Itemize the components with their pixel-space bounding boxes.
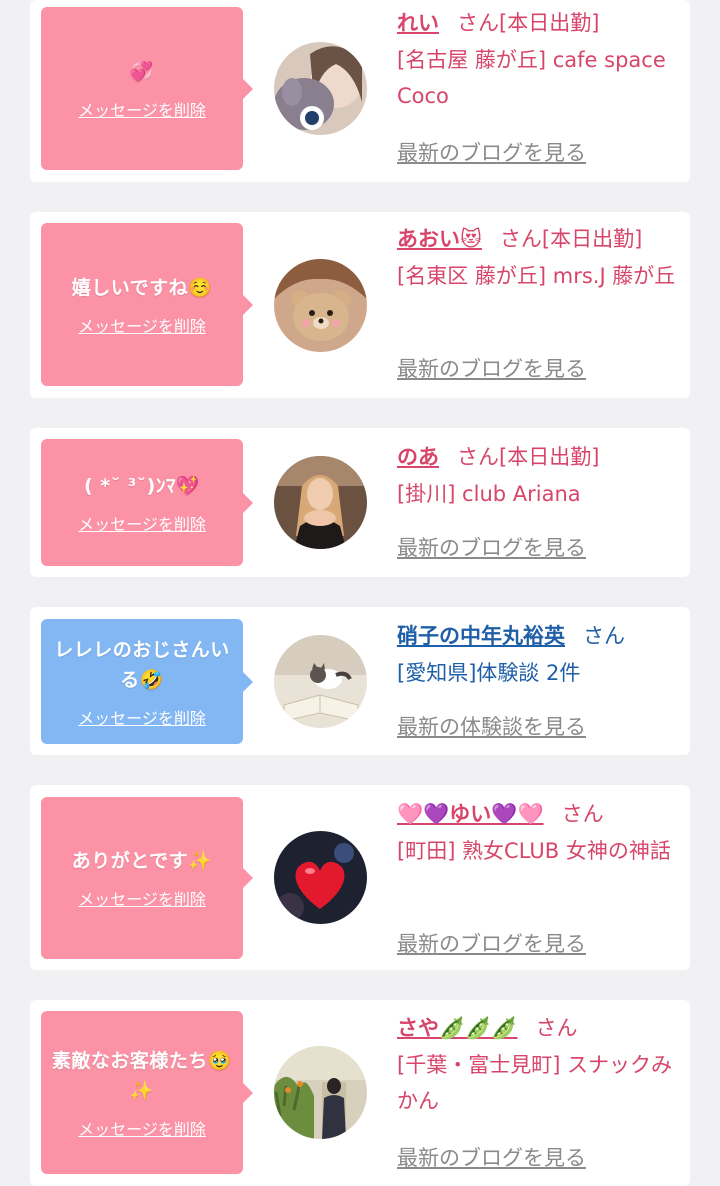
shop-name: [名古屋 藤が丘] cafe space Coco (397, 48, 666, 108)
sender-name-link[interactable]: のあ (397, 445, 439, 469)
latest-blog-link[interactable]: 最新のブログを見る (397, 353, 586, 383)
message-text: レレレのおじさんいる🤣 (54, 638, 230, 691)
message-text: ありがとです✨ (71, 850, 213, 872)
cat-on-book-icon (274, 635, 367, 728)
sender-info: のあ さん[本日出勤] [掛川] club Ariana 最新のブログを見る (397, 440, 687, 570)
heart-sticker-icon (274, 831, 367, 924)
message-bubble: 嬉しいですね☺️ メッセージを削除 (41, 223, 253, 386)
latest-blog-link[interactable]: 最新のブログを見る (397, 137, 586, 167)
sender-suffix: さん[本日出勤] (457, 445, 600, 469)
delete-message-link[interactable]: メッセージを削除 (78, 705, 206, 729)
sender-suffix: さん[本日出勤] (499, 227, 643, 251)
sender-name-link[interactable]: 🩷💜ゆい💜🩷 (397, 802, 544, 826)
latest-review-link[interactable]: 最新の体験談を見る (397, 711, 586, 741)
sender-suffix: さん (583, 624, 625, 648)
shop-name: [町田] 熟女CLUB 女神の神話 (397, 839, 671, 863)
message-card: 嬉しいですね☺️ メッセージを削除 あおい😻 さん[本日出勤] [名東区 藤が丘… (30, 212, 690, 398)
avatar[interactable] (274, 1046, 367, 1139)
delete-message-link[interactable]: メッセージを削除 (78, 886, 206, 910)
girl-with-plush-icon (274, 42, 367, 135)
avatar[interactable] (274, 259, 367, 352)
sender-info: 硝子の中年丸裕英 さん [愛知県]体験談 2件 最新の体験談を見る (397, 619, 687, 749)
message-text: 💞 (129, 60, 155, 83)
sender-suffix: さん (561, 802, 604, 826)
sender-suffix: さん (535, 1016, 578, 1040)
sender-name-link[interactable]: 硝子の中年丸裕英 (397, 624, 565, 648)
delete-message-link[interactable]: メッセージを削除 (78, 313, 206, 337)
message-bubble: 💞 メッセージを削除 (41, 7, 253, 170)
message-card: 素敵なお客様たち🥹✨ メッセージを削除 さや🫛🫛🫛 さん [千葉・富士見町] スナ… (30, 1000, 690, 1186)
message-bubble: ( *˘ ³˘)ﾝﾏ💖 メッセージを削除 (41, 439, 253, 566)
message-card: ( *˘ ³˘)ﾝﾏ💖 メッセージを削除 のあ さん[本日出勤] [掛川] clu… (30, 428, 690, 577)
shop-name: [掛川] club Ariana (397, 482, 581, 506)
woman-portrait-icon (274, 456, 367, 549)
sender-name-link[interactable]: さや🫛🫛🫛 (397, 1016, 517, 1040)
delete-message-link[interactable]: メッセージを削除 (78, 97, 206, 121)
delete-message-link[interactable]: メッセージを削除 (78, 1116, 206, 1140)
bear-sticker-icon (274, 259, 367, 352)
avatar[interactable] (274, 42, 367, 135)
message-text: ( *˘ ³˘)ﾝﾏ💖 (83, 474, 200, 497)
shop-name: [千葉・富士見町] スナックみかん (397, 1053, 673, 1113)
message-bubble: 素敵なお客様たち🥹✨ メッセージを削除 (41, 1011, 253, 1174)
message-bubble: ありがとです✨ メッセージを削除 (41, 797, 253, 959)
latest-blog-link[interactable]: 最新のブログを見る (397, 532, 586, 562)
latest-blog-link[interactable]: 最新のブログを見る (397, 928, 586, 958)
message-bubble: レレレのおじさんいる🤣 メッセージを削除 (41, 619, 253, 744)
message-card: ありがとです✨ メッセージを削除 🩷💜ゆい💜🩷 さん [町田] 熟女CLUB 女神… (30, 785, 690, 970)
sender-suffix: さん[本日出勤] (457, 11, 600, 35)
delete-message-link[interactable]: メッセージを削除 (78, 511, 206, 535)
message-card: 💞 メッセージを削除 れい さん[本日出勤] [名古屋 藤が丘] cafe spa… (30, 0, 690, 182)
message-card: レレレのおじさんいる🤣 メッセージを削除 硝子の中年丸裕英 さん [愛知県]体験談… (30, 607, 690, 755)
sender-info: 🩷💜ゆい💜🩷 さん [町田] 熟女CLUB 女神の神話 最新のブログを見る (397, 797, 687, 965)
avatar[interactable] (274, 635, 367, 728)
garden-woman-icon (274, 1046, 367, 1139)
message-text: 素敵なお客様たち🥹✨ (51, 1049, 233, 1102)
shop-name: [名東区 藤が丘] mrs.J 藤が丘 (397, 264, 676, 288)
shop-name: [愛知県]体験談 2件 (397, 661, 581, 685)
sender-name-link[interactable]: あおい😻 (397, 227, 482, 251)
sender-name-link[interactable]: れい (397, 11, 439, 35)
avatar[interactable] (274, 456, 367, 549)
message-text: 嬉しいですね☺️ (71, 276, 213, 299)
avatar[interactable] (274, 831, 367, 924)
sender-info: れい さん[本日出勤] [名古屋 藤が丘] cafe space Coco 最新の… (397, 6, 687, 176)
latest-blog-link[interactable]: 最新のブログを見る (397, 1142, 586, 1172)
sender-info: さや🫛🫛🫛 さん [千葉・富士見町] スナックみかん 最新のブログを見る (397, 1011, 687, 1181)
sender-info: あおい😻 さん[本日出勤] [名東区 藤が丘] mrs.J 藤が丘 最新のブログを… (397, 222, 687, 392)
